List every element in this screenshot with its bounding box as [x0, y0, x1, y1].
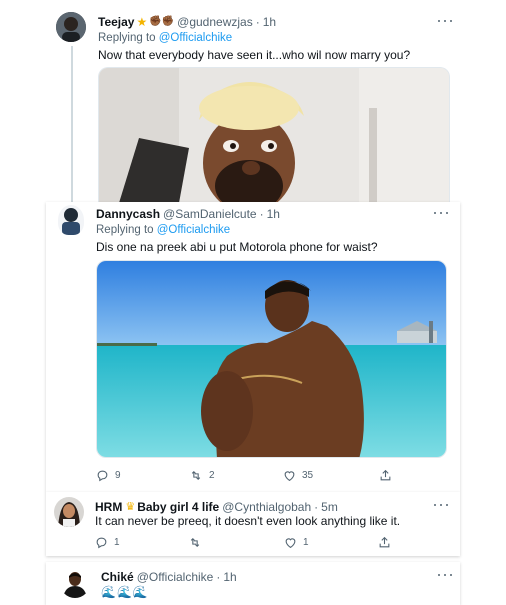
timeline: Teejay ★ ✊🏾✊🏾 @gudnewzjas · 1h Replying …	[0, 0, 506, 605]
replying-prefix: Replying to	[98, 32, 159, 44]
retweet-icon	[190, 537, 200, 548]
like-count: 1	[303, 537, 309, 548]
author-name[interactable]: Teejay	[98, 15, 134, 29]
mention-link[interactable]: @Officialchike	[157, 224, 230, 236]
like-button[interactable]: 1	[284, 536, 309, 549]
replying-to: Replying to @Officialchike	[98, 31, 232, 45]
separator-dot: ·	[255, 15, 260, 29]
avatar[interactable]	[56, 12, 86, 42]
like-count: 35	[302, 470, 314, 481]
tweet-time[interactable]: 1h	[223, 570, 236, 584]
author-name[interactable]: HRM	[95, 500, 122, 514]
thread-line	[71, 46, 73, 202]
tweet-time[interactable]: 5m	[321, 500, 338, 514]
share-icon	[380, 469, 391, 481]
crown-emoji: ♛	[125, 501, 136, 513]
tweet-header: HRM ♛ Baby girl 4 life @Cynthialgobah · …	[95, 500, 338, 514]
author-handle[interactable]: @gudnewzjas	[177, 15, 253, 29]
tweet-teejay[interactable]: Teejay ★ ✊🏾✊🏾 @gudnewzjas · 1h Replying …	[46, 6, 460, 202]
separator-dot: ·	[314, 500, 319, 514]
tweet-dannycash[interactable]: Dannycash @SamDanielcute · 1h Replying t…	[46, 202, 460, 492]
retweet-count: 2	[209, 470, 215, 481]
author-name[interactable]: Dannycash	[96, 207, 160, 221]
author-handle[interactable]: @Officialchike	[137, 570, 214, 584]
mention-link[interactable]: @Officialchike	[159, 32, 232, 44]
tweet-media[interactable]	[98, 67, 450, 202]
tweet-time[interactable]: 1h	[267, 207, 280, 221]
separator-dot: ·	[216, 570, 221, 584]
avatar[interactable]	[60, 568, 90, 598]
like-icon	[284, 471, 295, 482]
tweet-header: Teejay ★ ✊🏾✊🏾 @gudnewzjas · 1h	[98, 15, 276, 29]
tweet-text: Dis one na preek abi u put Motorola phon…	[96, 240, 378, 254]
reply-icon	[96, 537, 107, 549]
author-handle[interactable]: @SamDanielcute	[163, 207, 257, 221]
author-name-suffix[interactable]: Baby girl 4 life	[137, 500, 219, 514]
reply-count: 1	[114, 537, 120, 548]
reply-count: 9	[115, 470, 121, 481]
replying-prefix: Replying to	[96, 224, 157, 236]
like-icon	[285, 538, 296, 549]
retweet-button[interactable]	[188, 536, 208, 549]
star-emoji: ★	[136, 15, 148, 29]
more-icon[interactable]	[438, 20, 452, 24]
retweet-button[interactable]: 2	[189, 469, 215, 482]
replying-to: Replying to @Officialchike	[96, 223, 230, 237]
tweet-media[interactable]	[96, 260, 447, 458]
avatar[interactable]	[54, 497, 84, 527]
avatar[interactable]	[58, 205, 84, 235]
tweet-time[interactable]: 1h	[263, 15, 276, 29]
tweet-text: It can never be preeq, it doesn't even l…	[95, 514, 401, 528]
beach-photo	[97, 261, 446, 457]
share-button[interactable]	[378, 536, 391, 549]
tweet-text: Now that everybody have seen it...who wi…	[98, 48, 411, 62]
more-icon[interactable]	[434, 504, 448, 508]
meme-image	[99, 68, 449, 202]
share-button[interactable]	[379, 469, 392, 482]
tweet-text: 🌊🌊🌊	[101, 585, 149, 599]
fist-emoji: ✊🏾✊🏾	[149, 16, 175, 27]
tweet-header: Chiké @Officialchike · 1h	[101, 570, 237, 584]
reply-button[interactable]: 1	[95, 536, 120, 549]
like-button[interactable]: 35	[283, 469, 313, 482]
reply-button[interactable]: 9	[96, 469, 121, 482]
separator-dot: ·	[259, 207, 264, 221]
tweet-chike[interactable]: Chiké @Officialchike · 1h 🌊🌊🌊	[46, 562, 460, 605]
author-name[interactable]: Chiké	[101, 570, 134, 584]
reply-icon	[97, 470, 108, 482]
tweet-header: Dannycash @SamDanielcute · 1h	[96, 207, 280, 221]
share-icon	[379, 536, 390, 548]
more-icon[interactable]	[434, 212, 448, 216]
more-icon[interactable]	[438, 574, 452, 578]
tweet-hrm[interactable]: HRM ♛ Baby girl 4 life @Cynthialgobah · …	[46, 492, 460, 556]
retweet-icon	[191, 470, 201, 481]
author-handle[interactable]: @Cynthialgobah	[222, 500, 311, 514]
